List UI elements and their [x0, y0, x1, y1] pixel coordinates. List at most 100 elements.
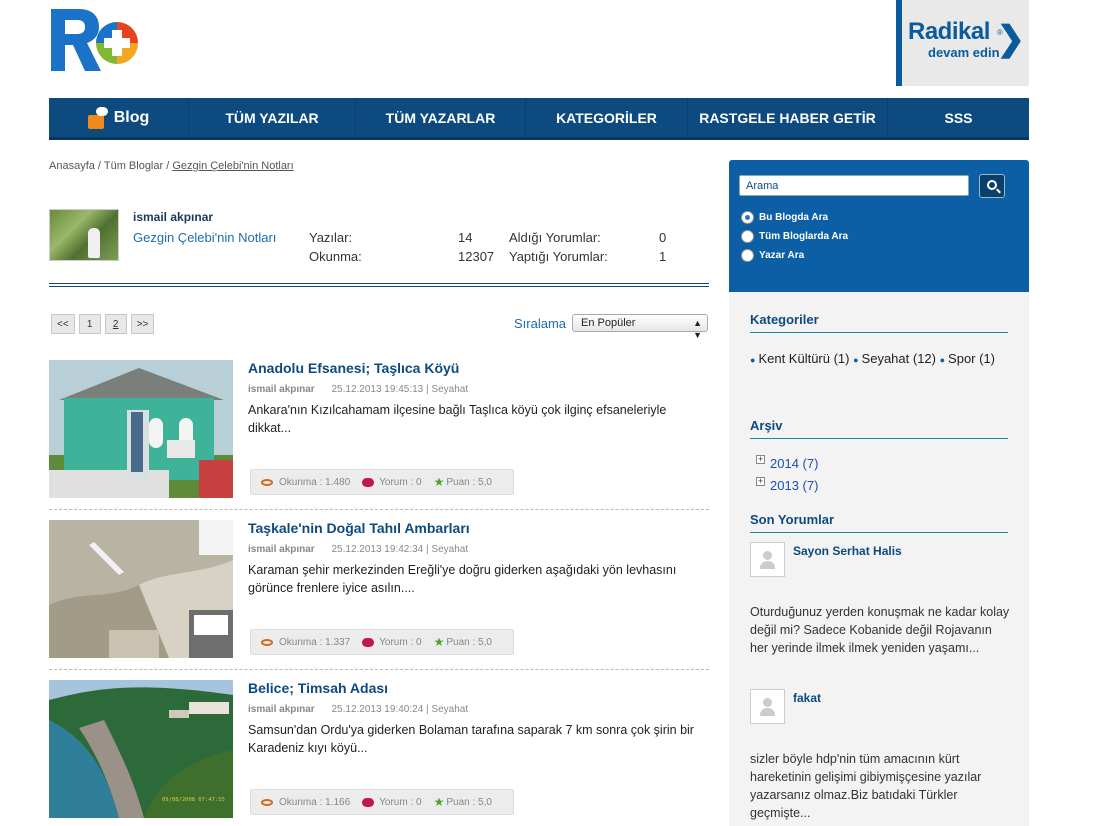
category-link[interactable]: Seyahat (12)	[862, 351, 936, 366]
post-date: 25.12.2013 19:45:13	[331, 384, 424, 395]
commenter-avatar[interactable]	[750, 542, 785, 577]
post-separator	[49, 509, 709, 510]
post-author[interactable]: ismail akpınar	[248, 704, 315, 715]
commenter-name[interactable]: fakat	[793, 691, 821, 705]
stat-made-comments-value: 1	[659, 249, 667, 264]
breadcrumb-all-blogs[interactable]: Tüm Bloglar	[104, 160, 163, 172]
post-thumbnail[interactable]	[49, 520, 233, 658]
search-option-label: Yazar Ara	[759, 250, 805, 261]
comment-icon	[362, 477, 375, 487]
bullet-icon: ●	[750, 355, 756, 365]
comment-icon	[362, 797, 375, 807]
post-views: Okunma : 1.480	[279, 476, 351, 488]
sort-label: Sıralama	[514, 316, 567, 331]
eye-icon	[261, 798, 273, 806]
post-stats-bar: Okunma : 1.480 Yorum : 0 ★ Puan : 5,0	[250, 469, 514, 495]
post-score: Puan : 5,0	[446, 476, 492, 488]
breadcrumb-home[interactable]: Anasayfa	[49, 160, 95, 172]
post-thumbnail[interactable]	[49, 360, 233, 498]
search-button[interactable]	[979, 174, 1005, 198]
comment-text[interactable]: Oturduğunuz yerden konuşmak ne kadar kol…	[750, 603, 1012, 657]
post-item: Taşkale'nin Doğal Tahıl Ambarları ismail…	[49, 520, 709, 680]
radio-icon	[741, 230, 754, 243]
nav-random-news[interactable]: RASTGELE HABER GETİR	[688, 98, 888, 137]
archive-year[interactable]: + 2014 (7)	[756, 455, 818, 471]
post-views: Okunma : 1.166	[279, 796, 351, 808]
stat-received-comments-value: 0	[659, 230, 667, 245]
post-score: Puan : 5,0	[446, 796, 492, 808]
post-comments: Yorum : 0	[379, 476, 422, 488]
category-list: ● Kent Kültürü (1) ● Seyahat (12) ● Spor (1…	[750, 345, 1008, 374]
page-2-button[interactable]: 2	[104, 314, 127, 334]
post-stats-bar: Okunma : 1.337 Yorum : 0 ★ Puan : 5,0	[250, 629, 514, 655]
search-option-all-blogs[interactable]: Tüm Bloglarda Ara	[741, 230, 848, 243]
radikal-continue-banner[interactable]: Radikal ® devam edin ❯	[896, 0, 1029, 86]
nav-categories[interactable]: KATEGORİLER	[526, 98, 688, 137]
nav-blog[interactable]: Blog	[49, 98, 189, 137]
breadcrumb-current[interactable]: Gezgin Çelebi'nin Notları	[172, 160, 293, 172]
select-arrows-icon: ▲ ▼	[693, 318, 702, 340]
eye-icon	[261, 638, 273, 646]
post-category[interactable]: Seyahat	[431, 384, 468, 395]
search-option-author[interactable]: Yazar Ara	[741, 249, 804, 262]
blog-icon	[87, 106, 108, 129]
radio-icon	[741, 249, 754, 262]
nav-all-posts[interactable]: TÜM YAZILAR	[189, 98, 356, 137]
category-link[interactable]: Kent Kültürü (1)	[758, 351, 849, 366]
post-author[interactable]: ismail akpınar	[248, 544, 315, 555]
page-first-button[interactable]: <<	[51, 314, 75, 334]
archive-link: 2013 (7)	[770, 478, 819, 493]
post-date: 25.12.2013 19:42:34	[331, 544, 424, 555]
archive-year[interactable]: + 2013 (7)	[756, 477, 819, 493]
page-last-button[interactable]: >>	[130, 314, 155, 334]
search-option-label: Bu Blogda Ara	[759, 212, 829, 223]
stat-views-label: Okunma:	[309, 249, 362, 264]
post-category[interactable]: Seyahat	[431, 544, 468, 555]
radikal-plus-logo[interactable]	[49, 5, 141, 77]
post-title[interactable]: Belice; Timsah Adası	[248, 680, 388, 696]
post-author[interactable]: ismail akpınar	[248, 384, 315, 395]
post-meta: ismail akpınar 25.12.2013 19:42:34 | Sey…	[248, 544, 469, 555]
categories-heading: Kategoriler	[750, 312, 1008, 333]
chevron-right-icon: ❯	[996, 20, 1026, 58]
commenter-avatar[interactable]	[750, 689, 785, 724]
radikal-wordmark: Radikal	[908, 18, 990, 45]
eye-icon	[261, 478, 273, 486]
post-title[interactable]: Anadolu Efsanesi; Taşlıca Köyü	[248, 360, 459, 376]
comment-icon	[362, 637, 375, 647]
bullet-icon: ●	[939, 355, 946, 365]
nav-blog-label: Blog	[113, 108, 150, 126]
post-date: 25.12.2013 19:40:24	[331, 704, 424, 715]
category-link[interactable]: Spor (1)	[948, 351, 995, 366]
post-views: Okunma : 1.337	[279, 636, 351, 648]
post-meta: ismail akpınar 25.12.2013 19:45:13 | Sey…	[248, 384, 469, 395]
search-panel: Arama Bu Blogda Ara Tüm Bloglarda Ara Ya…	[729, 160, 1029, 292]
star-icon: ★	[433, 475, 445, 489]
breadcrumb: Anasayfa / Tüm Bloglar / Gezgin Çelebi'n…	[49, 160, 294, 172]
continue-label: devam edin	[928, 45, 1000, 60]
post-title[interactable]: Taşkale'nin Doğal Tahıl Ambarları	[248, 520, 470, 536]
archive-heading: Arşiv	[750, 418, 1008, 439]
stat-made-comments-label: Yaptığı Yorumlar:	[509, 249, 608, 264]
search-input[interactable]: Arama	[739, 175, 969, 196]
nav-all-authors[interactable]: TÜM YAZARLAR	[356, 98, 526, 137]
commenter-name[interactable]: Sayon Serhat Halis	[793, 544, 902, 558]
stat-received-comments-label: Aldığı Yorumlar:	[509, 230, 601, 245]
author-avatar[interactable]	[49, 209, 119, 261]
nav-faq[interactable]: SSS	[888, 98, 1029, 137]
post-meta: ismail akpınar 25.12.2013 19:40:24 | Sey…	[248, 704, 469, 715]
search-option-label: Tüm Bloglarda Ara	[759, 231, 849, 242]
post-stats-bar: Okunma : 1.166 Yorum : 0 ★ Puan : 5,0	[250, 789, 514, 815]
author-name[interactable]: ismail akpınar	[133, 210, 213, 224]
post-comments: Yorum : 0	[379, 636, 422, 648]
blog-name[interactable]: Gezgin Çelebi'nin Notları	[133, 230, 276, 245]
sort-select[interactable]: En Popüler ▲ ▼	[572, 314, 708, 340]
post-excerpt: Samsun'dan Ordu'ya giderken Bolaman tara…	[248, 723, 694, 755]
recent-comments-heading: Son Yorumlar	[750, 512, 1008, 533]
comment-text[interactable]: sizler böyle hdp'nin tüm amacının kürt h…	[750, 750, 1012, 822]
search-option-this-blog[interactable]: Bu Blogda Ara	[741, 211, 828, 224]
post-category[interactable]: Seyahat	[431, 704, 468, 715]
sort-selected-value: En Popüler	[581, 317, 636, 329]
page-1-button[interactable]: 1	[78, 314, 101, 334]
bullet-icon: ●	[853, 355, 859, 365]
